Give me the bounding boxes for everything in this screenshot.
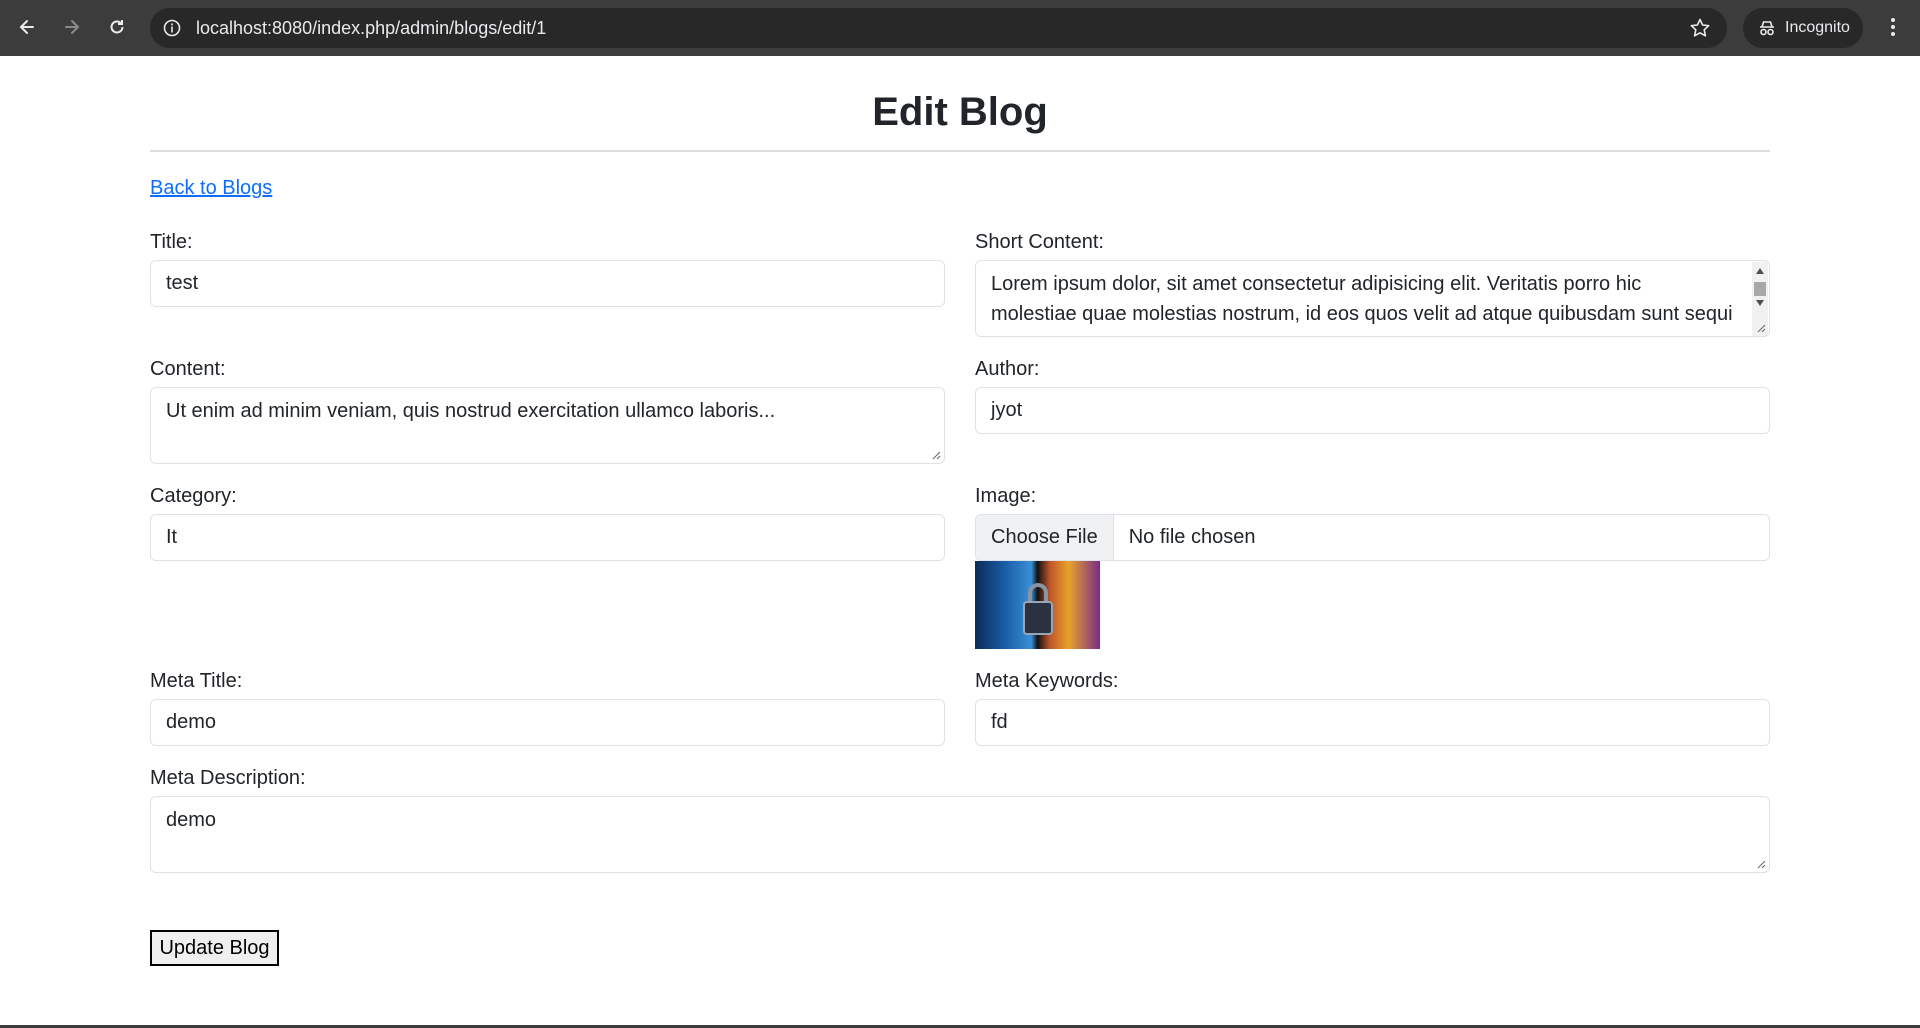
title-input[interactable]: test bbox=[150, 260, 945, 307]
back-to-blogs-link[interactable]: Back to Blogs bbox=[150, 176, 272, 200]
meta-description-textarea[interactable]: demo bbox=[150, 796, 1770, 873]
author-input[interactable]: jyot bbox=[975, 387, 1770, 434]
bookmark-star-icon[interactable] bbox=[1689, 17, 1711, 39]
incognito-indicator[interactable]: Incognito bbox=[1743, 8, 1863, 48]
choose-file-button[interactable]: Choose File bbox=[976, 515, 1114, 560]
short-content-label: Short Content: bbox=[975, 231, 1104, 253]
author-label: Author: bbox=[975, 358, 1040, 380]
meta-keywords-input[interactable]: fd bbox=[975, 699, 1770, 746]
scroll-up-arrow-icon[interactable] bbox=[1756, 268, 1764, 274]
resize-grip-icon[interactable] bbox=[1756, 323, 1766, 333]
incognito-icon bbox=[1760, 21, 1774, 36]
category-input[interactable]: It bbox=[150, 514, 945, 561]
browser-menu-icon[interactable] bbox=[1878, 12, 1908, 42]
short-content-textarea[interactable]: Lorem ipsum dolor, sit amet consectetur … bbox=[975, 260, 1770, 337]
meta-description-label: Meta Description: bbox=[150, 767, 306, 789]
browser-toolbar: localhost:8080/index.php/admin/blogs/edi… bbox=[0, 0, 1920, 56]
blog-image-thumbnail bbox=[975, 561, 1100, 649]
category-label: Category: bbox=[150, 485, 237, 507]
content-textarea[interactable]: Ut enim ad minim veniam, quis nostrud ex… bbox=[150, 387, 945, 464]
title-label: Title: bbox=[150, 231, 193, 253]
meta-title-label: Meta Title: bbox=[150, 670, 243, 692]
file-status-text: No file chosen bbox=[1128, 526, 1256, 548]
meta-title-input[interactable]: demo bbox=[150, 699, 945, 746]
site-info-icon[interactable] bbox=[162, 18, 182, 38]
scroll-down-arrow-icon[interactable] bbox=[1756, 300, 1764, 306]
incognito-label: Incognito bbox=[1785, 19, 1850, 36]
update-blog-button[interactable]: Update Blog bbox=[150, 930, 279, 966]
reload-icon[interactable] bbox=[102, 12, 132, 42]
forward-arrow-icon[interactable] bbox=[57, 12, 87, 42]
resize-grip-icon[interactable] bbox=[1756, 859, 1766, 869]
short-content-line-1: Lorem ipsum dolor, sit amet consectetur … bbox=[991, 273, 1642, 295]
address-bar[interactable]: localhost:8080/index.php/admin/blogs/edi… bbox=[150, 8, 1727, 48]
back-arrow-icon[interactable] bbox=[12, 12, 42, 42]
page-content: Edit Blog Back to Blogs Title: test Shor… bbox=[150, 56, 1770, 966]
image-file-input[interactable]: Choose File No file chosen bbox=[975, 514, 1770, 561]
meta-description-text: demo bbox=[166, 809, 217, 831]
content-label: Content: bbox=[150, 358, 226, 380]
padlock-icon bbox=[1023, 601, 1053, 635]
scroll-thumb[interactable] bbox=[1754, 282, 1766, 296]
title-divider bbox=[150, 150, 1770, 152]
meta-keywords-label: Meta Keywords: bbox=[975, 670, 1119, 692]
image-label: Image: bbox=[975, 485, 1037, 507]
page-title: Edit Blog bbox=[872, 90, 1048, 134]
content-text: Ut enim ad minim veniam, quis nostrud ex… bbox=[166, 400, 776, 422]
short-content-line-2: molestiae quae molestias nostrum, id eos… bbox=[991, 303, 1733, 325]
url-text[interactable]: localhost:8080/index.php/admin/blogs/edi… bbox=[196, 8, 546, 48]
resize-grip-icon[interactable] bbox=[931, 450, 941, 460]
